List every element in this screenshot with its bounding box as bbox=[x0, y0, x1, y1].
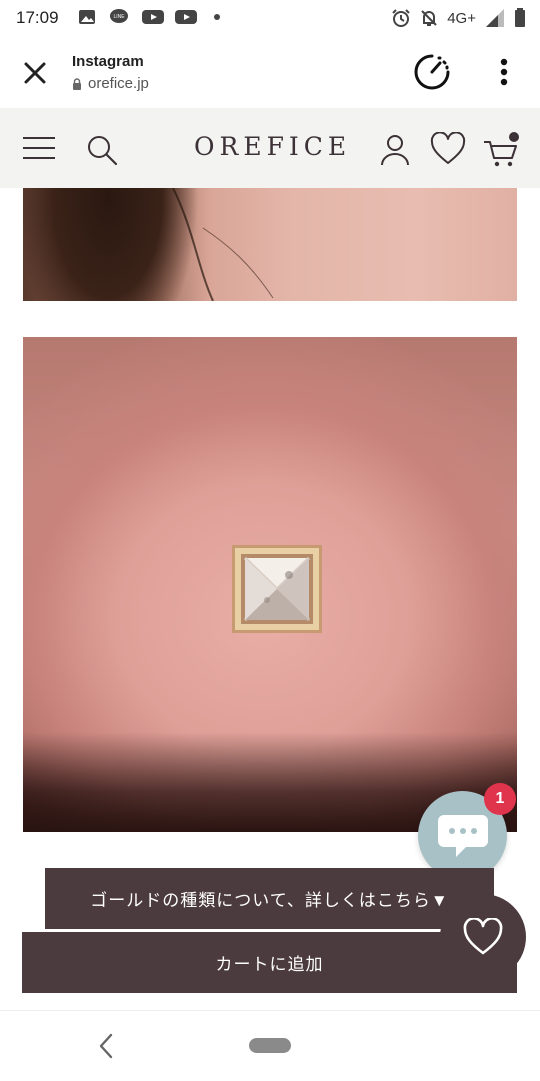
speedometer-icon[interactable] bbox=[412, 52, 452, 92]
diamond-stud-earring bbox=[232, 545, 322, 633]
youtube-icon bbox=[142, 10, 164, 24]
signal-icon bbox=[486, 9, 504, 27]
youtube-icon bbox=[175, 10, 197, 24]
hair-strands bbox=[172, 188, 274, 301]
gold-info-button[interactable]: ゴールドの種類について、詳しくはこちら▼ bbox=[45, 868, 494, 929]
line-icon: LINE bbox=[110, 9, 128, 23]
close-icon[interactable] bbox=[20, 58, 50, 88]
home-pill[interactable] bbox=[249, 1038, 291, 1053]
cart-indicator-dot bbox=[509, 132, 519, 142]
browser-toolbar: Instagram orefice.jp bbox=[0, 36, 540, 109]
heart-icon bbox=[463, 918, 503, 955]
dot-icon bbox=[214, 14, 220, 20]
back-icon[interactable] bbox=[96, 1033, 116, 1059]
svg-text:LINE: LINE bbox=[113, 14, 125, 20]
product-photo-top bbox=[23, 188, 517, 301]
search-icon[interactable] bbox=[86, 134, 118, 166]
heart-icon[interactable] bbox=[430, 132, 466, 166]
favorite-button[interactable] bbox=[440, 894, 526, 980]
cart-icon[interactable] bbox=[482, 132, 522, 170]
site-header: OREFICE bbox=[0, 108, 540, 188]
bell-off-icon bbox=[421, 10, 437, 26]
lock-icon bbox=[73, 77, 81, 90]
account-icon[interactable] bbox=[378, 132, 412, 166]
network-label: 4G+ bbox=[447, 9, 476, 27]
alarm-icon bbox=[392, 9, 410, 27]
chat-bubble-icon bbox=[438, 815, 488, 857]
chat-unread-badge: 1 bbox=[484, 783, 516, 815]
product-photo-main bbox=[23, 337, 517, 832]
battery-icon bbox=[515, 8, 525, 27]
more-vert-icon[interactable] bbox=[492, 54, 516, 90]
status-time: 17:09 bbox=[16, 8, 59, 27]
url-display: orefice.jp bbox=[72, 75, 149, 92]
brand-logo[interactable]: OREFICE bbox=[194, 132, 351, 161]
gallery-icon bbox=[79, 10, 95, 24]
url-text: orefice.jp bbox=[88, 75, 149, 92]
menu-icon[interactable] bbox=[22, 136, 56, 160]
browser-title: Instagram bbox=[72, 53, 144, 70]
status-bar: 17:09 LINE 4G+ bbox=[0, 0, 540, 36]
system-nav-bar bbox=[0, 1010, 540, 1081]
